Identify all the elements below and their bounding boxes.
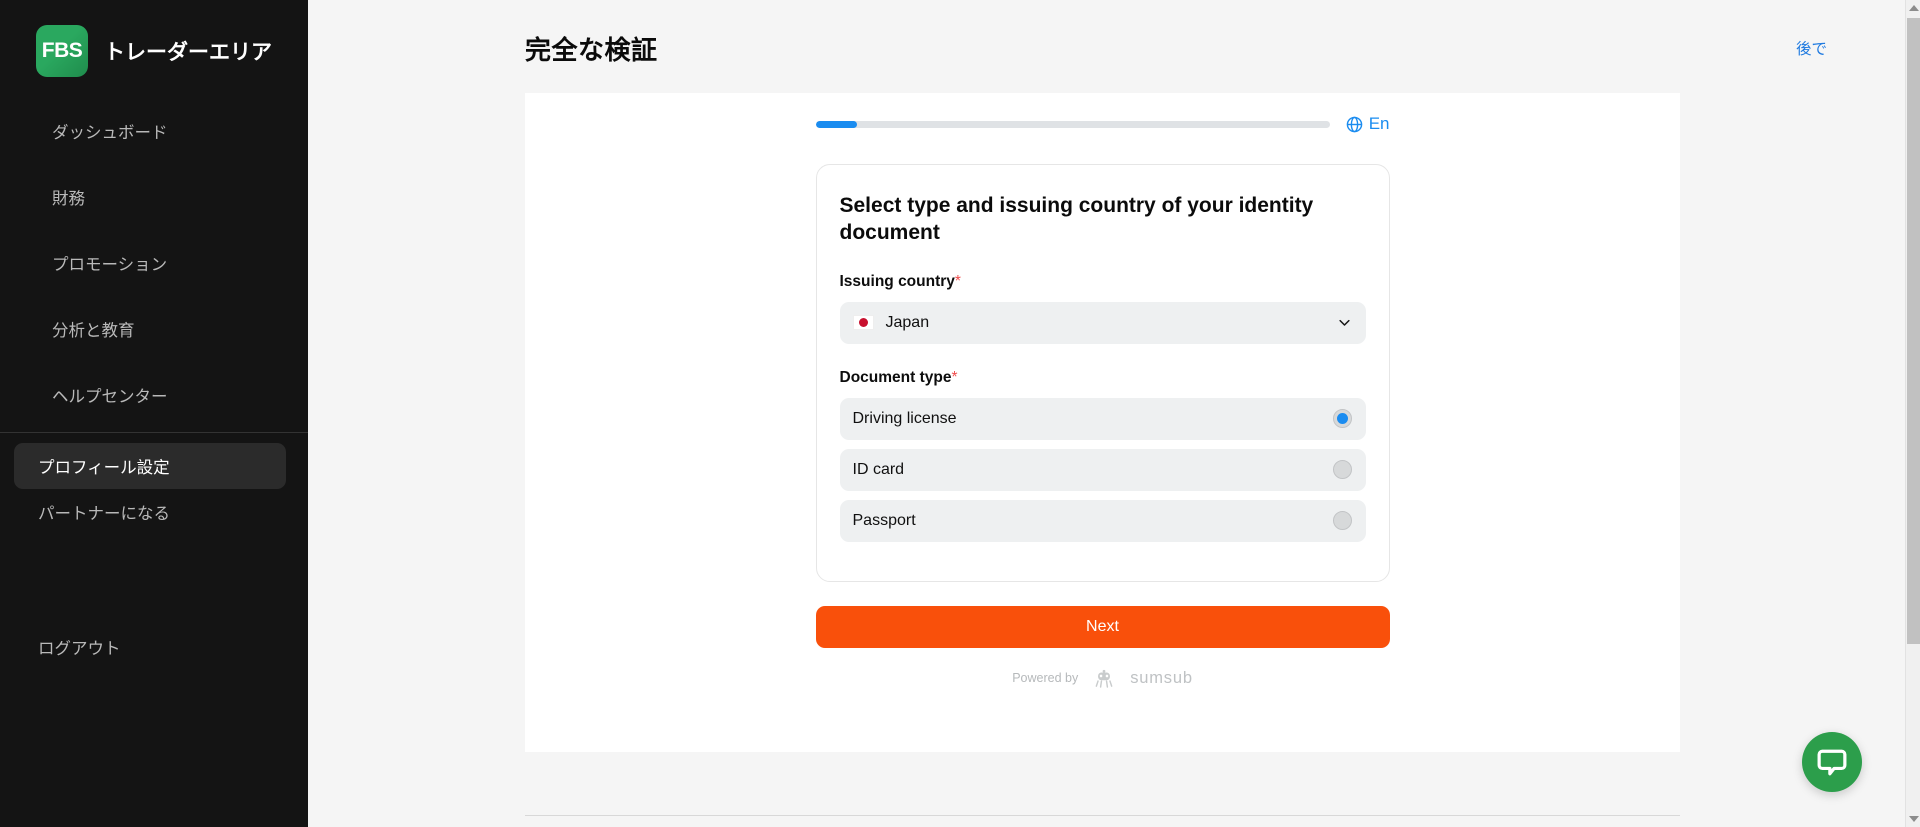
sumsub-logo-icon xyxy=(1087,669,1121,688)
fbs-logo-icon: FBS xyxy=(36,25,88,77)
fbs-logo-text: FBS xyxy=(42,39,83,63)
powered-by-text: Powered by xyxy=(1012,671,1078,685)
scrollbar-up-arrow[interactable] xyxy=(1906,0,1920,16)
sidebar-item-finance[interactable]: 財務 xyxy=(14,174,286,220)
brand[interactable]: FBS トレーダーエリア xyxy=(0,0,308,78)
sidebar-item-promotions[interactable]: プロモーション xyxy=(14,240,286,286)
later-link[interactable]: 後で xyxy=(1796,37,1827,59)
main-panel: 完全な検証 後で En xyxy=(307,0,1905,827)
document-type-label-text: Document type xyxy=(840,369,952,386)
scrollbar-thumb[interactable] xyxy=(1907,18,1920,644)
issuing-country-label: Issuing country* xyxy=(840,273,1366,291)
app-root: FBS トレーダーエリア ダッシュボード 財務 プロモーション 分析と教育 ヘル… xyxy=(0,0,1920,827)
sidebar-item-analytics-education[interactable]: 分析と教育 xyxy=(14,306,286,352)
sidebar-divider xyxy=(0,432,308,433)
language-label: En xyxy=(1369,114,1390,134)
verification-inner: En Select type and issuing country of yo… xyxy=(816,93,1390,688)
document-option-label: Passport xyxy=(853,512,916,530)
issuing-country-select[interactable]: Japan xyxy=(840,302,1366,344)
nav-spacer xyxy=(0,220,308,240)
brand-title: トレーダーエリア xyxy=(104,36,272,66)
document-selection-card: Select type and issuing country of your … xyxy=(816,164,1390,582)
powered-by-footer: Powered by sumsub xyxy=(816,669,1390,688)
page-header: 完全な検証 後で xyxy=(307,0,1905,74)
verification-container: En Select type and issuing country of yo… xyxy=(525,93,1680,752)
required-asterisk: * xyxy=(951,369,957,386)
radio-driving-license[interactable] xyxy=(1333,409,1352,428)
issuing-country-label-text: Issuing country xyxy=(840,273,955,290)
logout-button[interactable]: ログアウト xyxy=(0,635,121,659)
chat-bubble-icon xyxy=(1817,747,1847,777)
scrollbar-down-arrow[interactable] xyxy=(1906,811,1920,827)
next-button[interactable]: Next xyxy=(816,606,1390,648)
document-option-driving-license[interactable]: Driving license xyxy=(840,398,1366,440)
globe-icon xyxy=(1346,116,1363,133)
sidebar-item-profile-settings[interactable]: プロフィール設定 xyxy=(14,443,286,489)
chat-widget-button[interactable] xyxy=(1802,732,1862,792)
sidebar-item-help-center[interactable]: ヘルプセンター xyxy=(14,372,286,418)
progress-bar xyxy=(816,121,1330,128)
document-type-label: Document type* xyxy=(840,369,1366,387)
document-option-label: ID card xyxy=(853,461,905,479)
vertical-scrollbar[interactable] xyxy=(1905,0,1920,827)
nav-spacer xyxy=(0,286,308,306)
sidebar-nav-secondary: プロフィール設定 パートナーになる xyxy=(0,443,308,535)
sidebar-item-dashboard[interactable]: ダッシュボード xyxy=(14,108,286,154)
sumsub-wordmark: sumsub xyxy=(1130,669,1193,688)
nav-spacer xyxy=(0,154,308,174)
radio-passport[interactable] xyxy=(1333,511,1352,530)
jp-flag-icon xyxy=(853,315,874,330)
document-option-label: Driving license xyxy=(853,410,957,428)
radio-id-card[interactable] xyxy=(1333,460,1352,479)
card-heading: Select type and issuing country of your … xyxy=(840,193,1366,247)
language-selector[interactable]: En xyxy=(1346,114,1390,134)
sidebar: FBS トレーダーエリア ダッシュボード 財務 プロモーション 分析と教育 ヘル… xyxy=(0,0,308,827)
required-asterisk: * xyxy=(955,273,961,290)
document-option-passport[interactable]: Passport xyxy=(840,500,1366,542)
nav-spacer xyxy=(0,352,308,372)
sidebar-nav-primary: ダッシュボード 財務 プロモーション 分析と教育 ヘルプセンター xyxy=(0,108,308,418)
progress-bar-fill xyxy=(816,121,857,128)
content-bottom-divider xyxy=(525,815,1680,816)
sidebar-item-become-partner[interactable]: パートナーになる xyxy=(14,489,286,535)
verification-topbar: En xyxy=(816,114,1390,134)
chevron-down-icon xyxy=(1337,315,1352,330)
document-option-id-card[interactable]: ID card xyxy=(840,449,1366,491)
page-title: 完全な検証 xyxy=(525,30,658,67)
issuing-country-value: Japan xyxy=(886,314,1337,332)
